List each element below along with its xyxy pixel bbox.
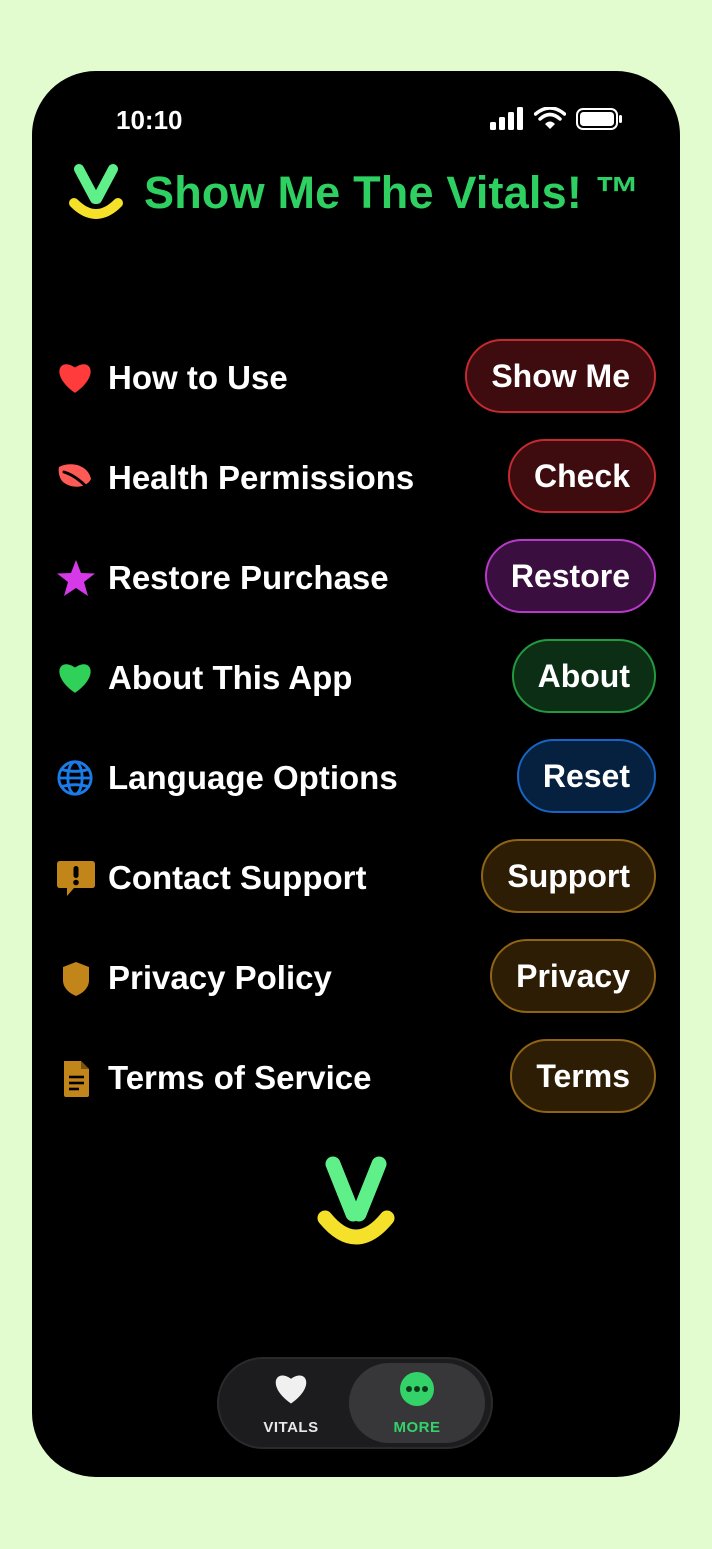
menu-row-how-to-use: How to Use Show Me <box>32 339 680 419</box>
menu-row-privacy-policy: Privacy Policy Privacy <box>32 939 680 1019</box>
show-me-button[interactable]: Show Me <box>465 339 656 413</box>
menu-row-health-permissions: Health Permissions Check <box>32 439 680 519</box>
bottom-logo <box>317 1156 395 1245</box>
tab-more-label: MORE <box>393 1419 441 1436</box>
menu-row-label: Health Permissions <box>108 459 415 496</box>
status-time: 10:10 <box>116 105 183 135</box>
menu-row-about-this-app: About This App About <box>32 639 680 719</box>
tab-vitals[interactable]: VITALS <box>223 1363 359 1443</box>
star-icon <box>56 559 96 599</box>
globe-icon <box>56 759 96 799</box>
tab-bar: VITALS MORE <box>217 1357 493 1449</box>
menu-row-label: Contact Support <box>108 859 367 896</box>
app-title: Show Me The Vitals! ™ <box>144 167 640 218</box>
tab-more[interactable]: MORE <box>349 1363 485 1443</box>
reset-button[interactable]: Reset <box>516 739 656 813</box>
menu-row-label: Privacy Policy <box>108 959 332 996</box>
menu-row-label: Terms of Service <box>108 1059 372 1096</box>
app-logo <box>69 164 123 219</box>
check-button[interactable]: Check <box>507 439 656 513</box>
heart-icon <box>56 659 96 699</box>
menu-row-contact-support: Contact Support Support <box>32 839 680 919</box>
shield-icon <box>56 959 96 999</box>
heart-icon <box>275 1375 307 1404</box>
menu-row-label: About This App <box>108 659 353 696</box>
app-header: Show Me The Vitals! ™ <box>68 161 668 231</box>
menu-row-terms-of-service: Terms of Service Terms <box>32 1039 680 1119</box>
menu-row-label: How to Use <box>108 359 288 396</box>
privacy-button[interactable]: Privacy <box>490 939 656 1013</box>
exclamation-bubble-icon <box>56 859 96 899</box>
phone-screen: 10:10 Show Me The Vitals! ™ How to Use Sh… <box>32 71 680 1477</box>
wifi-icon <box>534 107 566 129</box>
menu-row-restore-purchase: Restore Purchase Restore <box>32 539 680 619</box>
restore-button[interactable]: Restore <box>484 539 656 613</box>
terms-button[interactable]: Terms <box>510 1039 656 1113</box>
support-button[interactable]: Support <box>481 839 656 913</box>
about-button[interactable]: About <box>511 639 656 713</box>
battery-icon <box>576 108 622 130</box>
menu-row-label: Restore Purchase <box>108 559 389 596</box>
menu-row-label: Language Options <box>108 759 398 796</box>
heart-icon <box>56 359 96 399</box>
cellular-signal-icon <box>490 107 523 130</box>
ellipsis-circle-icon <box>400 1372 434 1406</box>
tab-vitals-label: VITALS <box>263 1419 319 1436</box>
leaf-icon <box>56 459 96 499</box>
menu-row-language-options: Language Options Reset <box>32 739 680 819</box>
document-icon <box>56 1059 96 1099</box>
